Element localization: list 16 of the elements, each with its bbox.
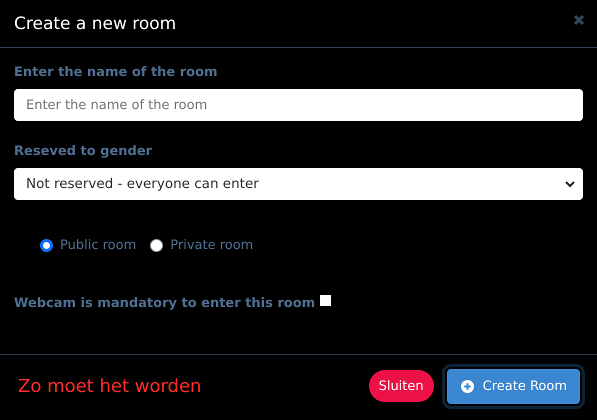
radio-button[interactable] xyxy=(40,239,53,252)
checkbox-label: Webcam is mandatory to enter this room xyxy=(14,296,316,311)
chevron-icon xyxy=(565,180,575,188)
dialog-title: Create a new room xyxy=(14,14,176,34)
checkbox[interactable] xyxy=(320,295,332,306)
plus-circle-icon xyxy=(460,380,474,392)
radio-label: Public room xyxy=(60,238,136,253)
gender-select[interactable]: Not reserved - everyone can enter xyxy=(14,168,583,200)
create-button[interactable]: Create Room xyxy=(446,368,580,404)
field-label: Reseved to gender xyxy=(14,144,154,159)
name-input[interactable]: Enter the name of the room xyxy=(14,89,583,121)
radio-label: Private room xyxy=(170,238,254,253)
field-label: Enter the name of the room xyxy=(14,65,219,80)
radio-button[interactable] xyxy=(150,239,164,252)
note-text: Zo moet het worden xyxy=(18,376,202,396)
close-button[interactable]: Sluiten xyxy=(368,370,434,402)
